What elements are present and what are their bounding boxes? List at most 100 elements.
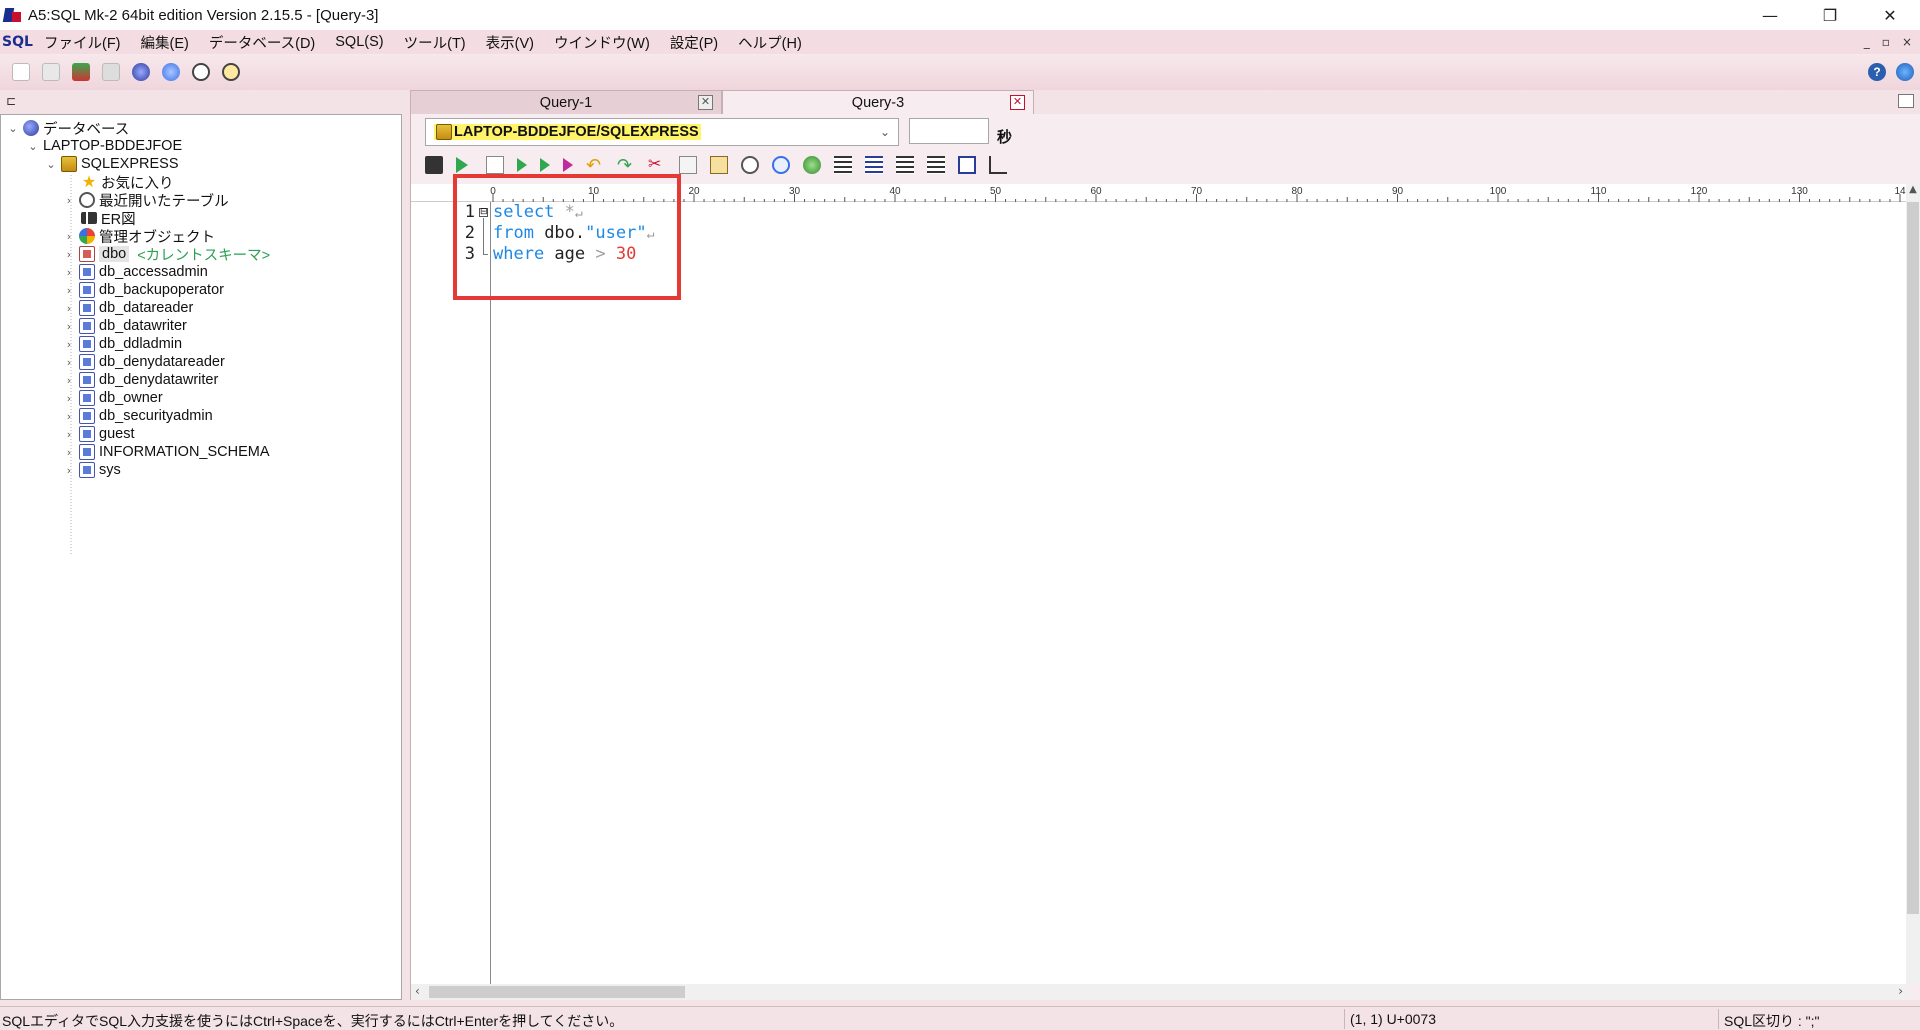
format-sql-icon[interactable]	[958, 156, 976, 174]
chevron-right-icon[interactable]: ›	[63, 320, 75, 333]
chevron-down-icon[interactable]: ⌄	[45, 158, 57, 171]
menu-window[interactable]: ウインドウ(W)	[544, 32, 660, 53]
line-gutter: 1 2 3 ⊟	[411, 202, 491, 984]
database-icon[interactable]	[132, 63, 150, 81]
chevron-down-icon[interactable]: ⌄	[27, 140, 39, 153]
clock-icon[interactable]	[222, 63, 240, 81]
horizontal-scrollbar[interactable]: ‹ ›	[411, 984, 1907, 1000]
align-icon[interactable]	[834, 156, 852, 174]
paste-icon[interactable]	[710, 156, 728, 174]
menu-database[interactable]: データベース(D)	[199, 32, 325, 53]
scroll-thumb[interactable]	[429, 986, 685, 998]
wrap-icon[interactable]	[865, 156, 883, 174]
sql-editor[interactable]: 1 2 3 ⊟ select *↵ from dbo."user"↵ where…	[411, 174, 1907, 984]
er-diagram-icon	[81, 212, 97, 224]
menu-tools[interactable]: ツール(T)	[394, 32, 476, 53]
chevron-right-icon[interactable]: ›	[63, 284, 75, 297]
sql-logo-icon[interactable]: SQL	[2, 32, 33, 52]
connection-select[interactable]: LAPTOP-BDDEJFOE/SQLEXPRESS ⌄	[425, 118, 899, 146]
indent-icon[interactable]	[896, 156, 914, 174]
gear-icon[interactable]	[162, 63, 180, 81]
redo-icon[interactable]: ↷	[617, 156, 635, 174]
chevron-right-icon[interactable]: ›	[63, 266, 75, 279]
outdent-icon[interactable]	[927, 156, 945, 174]
status-bar: SQLエディタでSQL入力支援を使うにはCtrl+Spaceを、実行するにはCt…	[0, 1006, 1920, 1030]
chevron-right-icon[interactable]: ›	[63, 248, 75, 261]
server-icon	[436, 124, 452, 140]
mdi-close-button[interactable]: ×	[1902, 35, 1912, 49]
chevron-right-icon[interactable]: ›	[63, 446, 75, 459]
chevron-right-icon[interactable]: ›	[63, 356, 75, 369]
chevron-right-icon[interactable]: ›	[63, 338, 75, 351]
close-button[interactable]: ✕	[1860, 0, 1920, 30]
save-icon[interactable]	[425, 156, 443, 174]
minimize-button[interactable]: —	[1740, 0, 1800, 30]
vertical-scrollbar[interactable]: ▲	[1906, 184, 1920, 984]
new-file-icon[interactable]	[12, 63, 30, 81]
scroll-right-icon[interactable]: ›	[1898, 984, 1903, 998]
help-icon[interactable]: ?	[1868, 63, 1886, 81]
query-tabs: Query-1 ✕ Query-3 ✕	[410, 90, 1920, 114]
chevron-right-icon[interactable]: ›	[63, 464, 75, 477]
chevron-right-icon[interactable]: ›	[63, 428, 75, 441]
menu-settings[interactable]: 設定(P)	[660, 32, 728, 53]
chevron-right-icon[interactable]: ›	[63, 374, 75, 387]
chevron-down-icon[interactable]: ⌄	[7, 122, 19, 135]
scroll-thumb[interactable]	[1907, 202, 1919, 914]
schema-icon	[79, 390, 95, 406]
schema-icon	[79, 444, 95, 460]
schema-icon	[79, 318, 95, 334]
run-icon[interactable]	[456, 157, 468, 173]
menu-help[interactable]: ヘルプ(H)	[728, 32, 812, 53]
mdi-restore-button[interactable]: ▫	[1882, 35, 1890, 49]
run-all-icon[interactable]	[517, 158, 527, 172]
schema-icon	[79, 462, 95, 478]
search-icon[interactable]	[741, 156, 759, 174]
table-icon[interactable]	[72, 63, 90, 81]
admin-objects-icon	[79, 228, 95, 244]
at-icon[interactable]	[192, 63, 210, 81]
open-file-icon[interactable]	[42, 63, 60, 81]
chevron-right-icon[interactable]: ›	[63, 230, 75, 243]
tab-query-1[interactable]: Query-1 ✕	[410, 90, 722, 114]
chevron-right-icon[interactable]: ›	[63, 194, 75, 207]
tree-format-icon[interactable]	[989, 156, 1007, 174]
explain-icon[interactable]	[563, 158, 573, 172]
menu-file[interactable]: ファイル(F)	[34, 32, 131, 53]
chevron-down-icon[interactable]: ⌄	[880, 125, 890, 139]
run-step-icon[interactable]	[540, 158, 550, 172]
close-tab-icon[interactable]: ✕	[698, 95, 713, 110]
scroll-left-icon[interactable]: ‹	[415, 984, 420, 998]
menu-sql[interactable]: SQL(S)	[325, 34, 393, 50]
app-logo-icon	[2, 6, 22, 24]
menu-edit[interactable]: 編集(E)	[131, 32, 199, 53]
pane-splitter[interactable]	[402, 90, 410, 1000]
tab-query-3[interactable]: Query-3 ✕	[722, 90, 1034, 114]
copy-icon[interactable]	[679, 156, 697, 174]
copy-icon[interactable]	[102, 63, 120, 81]
timeout-input[interactable]	[909, 118, 989, 144]
mdi-minimize-button[interactable]: _	[1864, 35, 1870, 49]
tree-view-icon[interactable]: ⊏	[6, 94, 20, 108]
chevron-right-icon[interactable]: ›	[63, 392, 75, 405]
close-tab-icon[interactable]: ✕	[1010, 95, 1025, 110]
server-icon	[61, 156, 77, 172]
chevron-right-icon[interactable]: ›	[63, 302, 75, 315]
window-list-icon[interactable]	[1898, 94, 1914, 108]
maximize-button[interactable]: ❐	[1800, 0, 1860, 30]
tree-item-schema[interactable]: › sys	[63, 459, 121, 481]
cut-icon[interactable]: ✂	[648, 156, 666, 174]
schema-icon	[79, 264, 95, 280]
chevron-right-icon[interactable]: ›	[63, 410, 75, 423]
query-editor-panel: LAPTOP-BDDEJFOE/SQLEXPRESS ⌄ 秒 ↶ ↷ ✂ 0 10…	[410, 114, 1920, 1000]
globe-icon[interactable]	[1896, 63, 1914, 81]
undo-icon[interactable]: ↶	[586, 156, 604, 174]
jump-icon[interactable]	[803, 156, 821, 174]
stop-icon[interactable]	[486, 156, 504, 174]
menu-view[interactable]: 表示(V)	[476, 32, 544, 53]
replace-icon[interactable]	[772, 156, 790, 174]
scroll-up-icon[interactable]: ▲	[1906, 184, 1920, 200]
tree-header: ⊏	[0, 90, 410, 114]
window-title: A5:SQL Mk-2 64bit edition Version 2.15.5…	[28, 6, 379, 24]
database-tree: ⌄ データベース ⌄ LAPTOP-BDDEJFOE ⌄ SQLEXPRESS …	[0, 114, 402, 1000]
